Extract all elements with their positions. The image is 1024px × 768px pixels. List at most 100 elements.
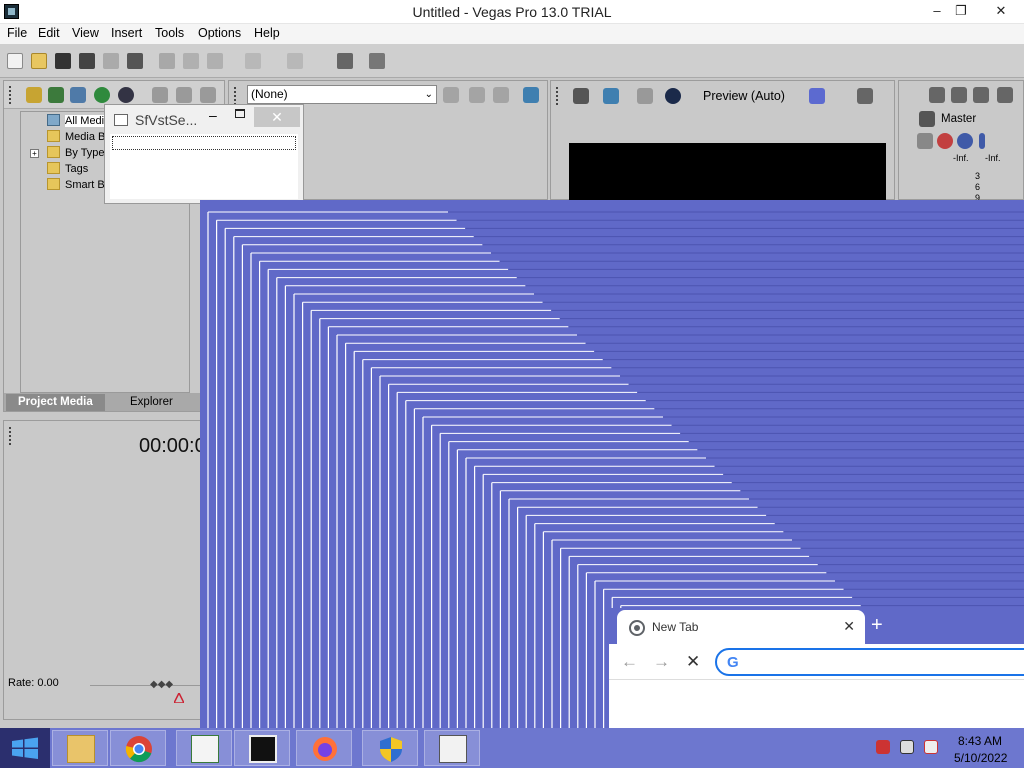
menu-tools[interactable]: Tools bbox=[155, 26, 184, 40]
chrome-window: New Tab ✕ + ← → ✕ G bbox=[609, 608, 1024, 728]
paste-icon[interactable] bbox=[207, 53, 223, 69]
undo-icon[interactable] bbox=[245, 53, 261, 69]
taskbar-vegas-pro[interactable] bbox=[234, 730, 290, 766]
video-fx-icon[interactable] bbox=[573, 88, 589, 104]
copy-snapshot-icon[interactable] bbox=[857, 88, 873, 104]
tree-item-by-type[interactable]: By Type bbox=[47, 146, 105, 162]
plugin-dropdown-value: (None) bbox=[251, 87, 288, 101]
mixer-icon[interactable] bbox=[929, 87, 945, 103]
action-center-flag-icon[interactable] bbox=[876, 740, 890, 754]
rate-slider-thumb[interactable]: ◆◆◆ bbox=[150, 679, 174, 691]
taskbar-notepad[interactable] bbox=[176, 730, 232, 766]
preview-window-icon[interactable] bbox=[523, 87, 539, 103]
main-toolbar bbox=[0, 44, 1024, 78]
menu-options[interactable]: Options bbox=[198, 26, 241, 40]
taskbar-chrome[interactable] bbox=[110, 730, 166, 766]
clock-date[interactable]: 5/10/2022 bbox=[954, 751, 1007, 765]
meter-scale-3: 3 bbox=[975, 171, 981, 181]
panel-grip[interactable] bbox=[556, 87, 559, 105]
windows-start-icon[interactable] bbox=[0, 728, 50, 768]
stop-loading-icon[interactable]: ✕ bbox=[686, 652, 700, 672]
tree-item-tags[interactable]: Tags bbox=[47, 162, 88, 178]
menu-insert[interactable]: Insert bbox=[111, 26, 142, 40]
file-explorer-icon bbox=[67, 735, 95, 763]
copy-icon[interactable] bbox=[183, 53, 199, 69]
master-icon bbox=[919, 111, 935, 127]
search-icon[interactable] bbox=[118, 87, 134, 103]
render-icon[interactable] bbox=[103, 53, 119, 69]
cut-icon[interactable] bbox=[159, 53, 175, 69]
tab-project-media[interactable]: Project Media bbox=[6, 394, 105, 411]
volume-muted-icon[interactable] bbox=[924, 740, 938, 754]
network-icon[interactable] bbox=[900, 740, 914, 754]
new-tab-button[interactable]: + bbox=[871, 614, 883, 637]
folder-icon bbox=[47, 146, 60, 158]
overlays-icon[interactable] bbox=[809, 88, 825, 104]
vst-close-button[interactable]: ✕ bbox=[254, 107, 300, 127]
chrome-toolbar: ← → ✕ G bbox=[609, 644, 1024, 680]
folder-icon bbox=[47, 178, 60, 190]
all-media-icon bbox=[47, 114, 60, 126]
film-strip-icon bbox=[249, 735, 277, 763]
record-icon[interactable] bbox=[665, 88, 681, 104]
vst-minimize-button[interactable]: – bbox=[209, 107, 217, 123]
video-preview-panel: Preview (Auto) bbox=[550, 80, 895, 203]
save-as-icon[interactable] bbox=[79, 53, 95, 69]
get-media-icon[interactable] bbox=[70, 87, 86, 103]
panel-grip[interactable] bbox=[9, 86, 12, 104]
tab-explorer[interactable]: Explorer bbox=[118, 394, 185, 411]
menu-help[interactable]: Help bbox=[254, 26, 280, 40]
menu-file[interactable]: File bbox=[7, 26, 27, 40]
remove-icon[interactable] bbox=[152, 87, 168, 103]
properties-icon[interactable] bbox=[127, 53, 143, 69]
insert-fx-icon[interactable] bbox=[917, 133, 933, 149]
panel-grip[interactable] bbox=[234, 87, 237, 105]
capture-video-icon[interactable] bbox=[48, 87, 64, 103]
vst-maximize-button[interactable] bbox=[235, 109, 245, 118]
open-folder-icon[interactable] bbox=[31, 53, 47, 69]
menu-edit[interactable]: Edit bbox=[38, 26, 60, 40]
folder-icon bbox=[47, 162, 60, 174]
plugin-chain-icon[interactable] bbox=[443, 87, 459, 103]
downmix-icon[interactable] bbox=[951, 87, 967, 103]
preview-quality-dropdown[interactable]: Preview (Auto) bbox=[703, 89, 785, 103]
save-icon[interactable] bbox=[55, 53, 71, 69]
taskbar-vst-scanner[interactable] bbox=[424, 730, 480, 766]
chrome-tab-new-tab[interactable]: New Tab ✕ bbox=[617, 610, 865, 644]
chevron-down-icon: ⌄ bbox=[424, 89, 433, 100]
edit-tool-icon[interactable] bbox=[337, 53, 353, 69]
external-monitor-icon[interactable] bbox=[603, 88, 619, 104]
redo-icon[interactable] bbox=[287, 53, 303, 69]
plugin-edit-icon[interactable] bbox=[469, 87, 485, 103]
remove-plugin-icon[interactable] bbox=[493, 87, 509, 103]
taskbar-security[interactable] bbox=[362, 730, 418, 766]
taskbar-file-explorer[interactable] bbox=[52, 730, 108, 766]
fx-gear-icon[interactable] bbox=[937, 133, 953, 149]
media-fx-icon[interactable] bbox=[200, 87, 216, 103]
maximize-button[interactable]: ❐ bbox=[946, 0, 976, 22]
panel-grip[interactable] bbox=[9, 427, 12, 445]
what-is-this-icon[interactable] bbox=[369, 53, 385, 69]
tree-item-all-media[interactable]: All Media bbox=[47, 114, 111, 130]
folder-icon bbox=[47, 130, 60, 142]
media-properties-icon[interactable] bbox=[176, 87, 192, 103]
mute-icon[interactable] bbox=[957, 133, 973, 149]
import-media-icon[interactable] bbox=[26, 87, 42, 103]
address-bar[interactable]: G bbox=[715, 648, 1024, 676]
plugin-dropdown[interactable]: (None) ⌄ bbox=[247, 85, 437, 104]
forward-icon[interactable]: → bbox=[653, 652, 670, 672]
split-screen-icon[interactable] bbox=[637, 88, 653, 104]
meter-icon[interactable] bbox=[997, 87, 1013, 103]
close-tab-icon[interactable]: ✕ bbox=[843, 618, 855, 635]
solo-icon[interactable] bbox=[979, 133, 985, 149]
new-project-icon[interactable] bbox=[7, 53, 23, 69]
expand-by-type-toggle[interactable]: + bbox=[30, 149, 39, 158]
back-icon[interactable]: ← bbox=[621, 652, 638, 672]
dim-output-icon[interactable] bbox=[973, 87, 989, 103]
menu-view[interactable]: View bbox=[72, 26, 99, 40]
clock-time[interactable]: 8:43 AM bbox=[958, 734, 1002, 748]
close-button[interactable]: ✕ bbox=[978, 0, 1024, 22]
vst-focus-field[interactable] bbox=[112, 136, 296, 150]
taskbar-firefox[interactable] bbox=[296, 730, 352, 766]
refresh-icon[interactable] bbox=[94, 87, 110, 103]
